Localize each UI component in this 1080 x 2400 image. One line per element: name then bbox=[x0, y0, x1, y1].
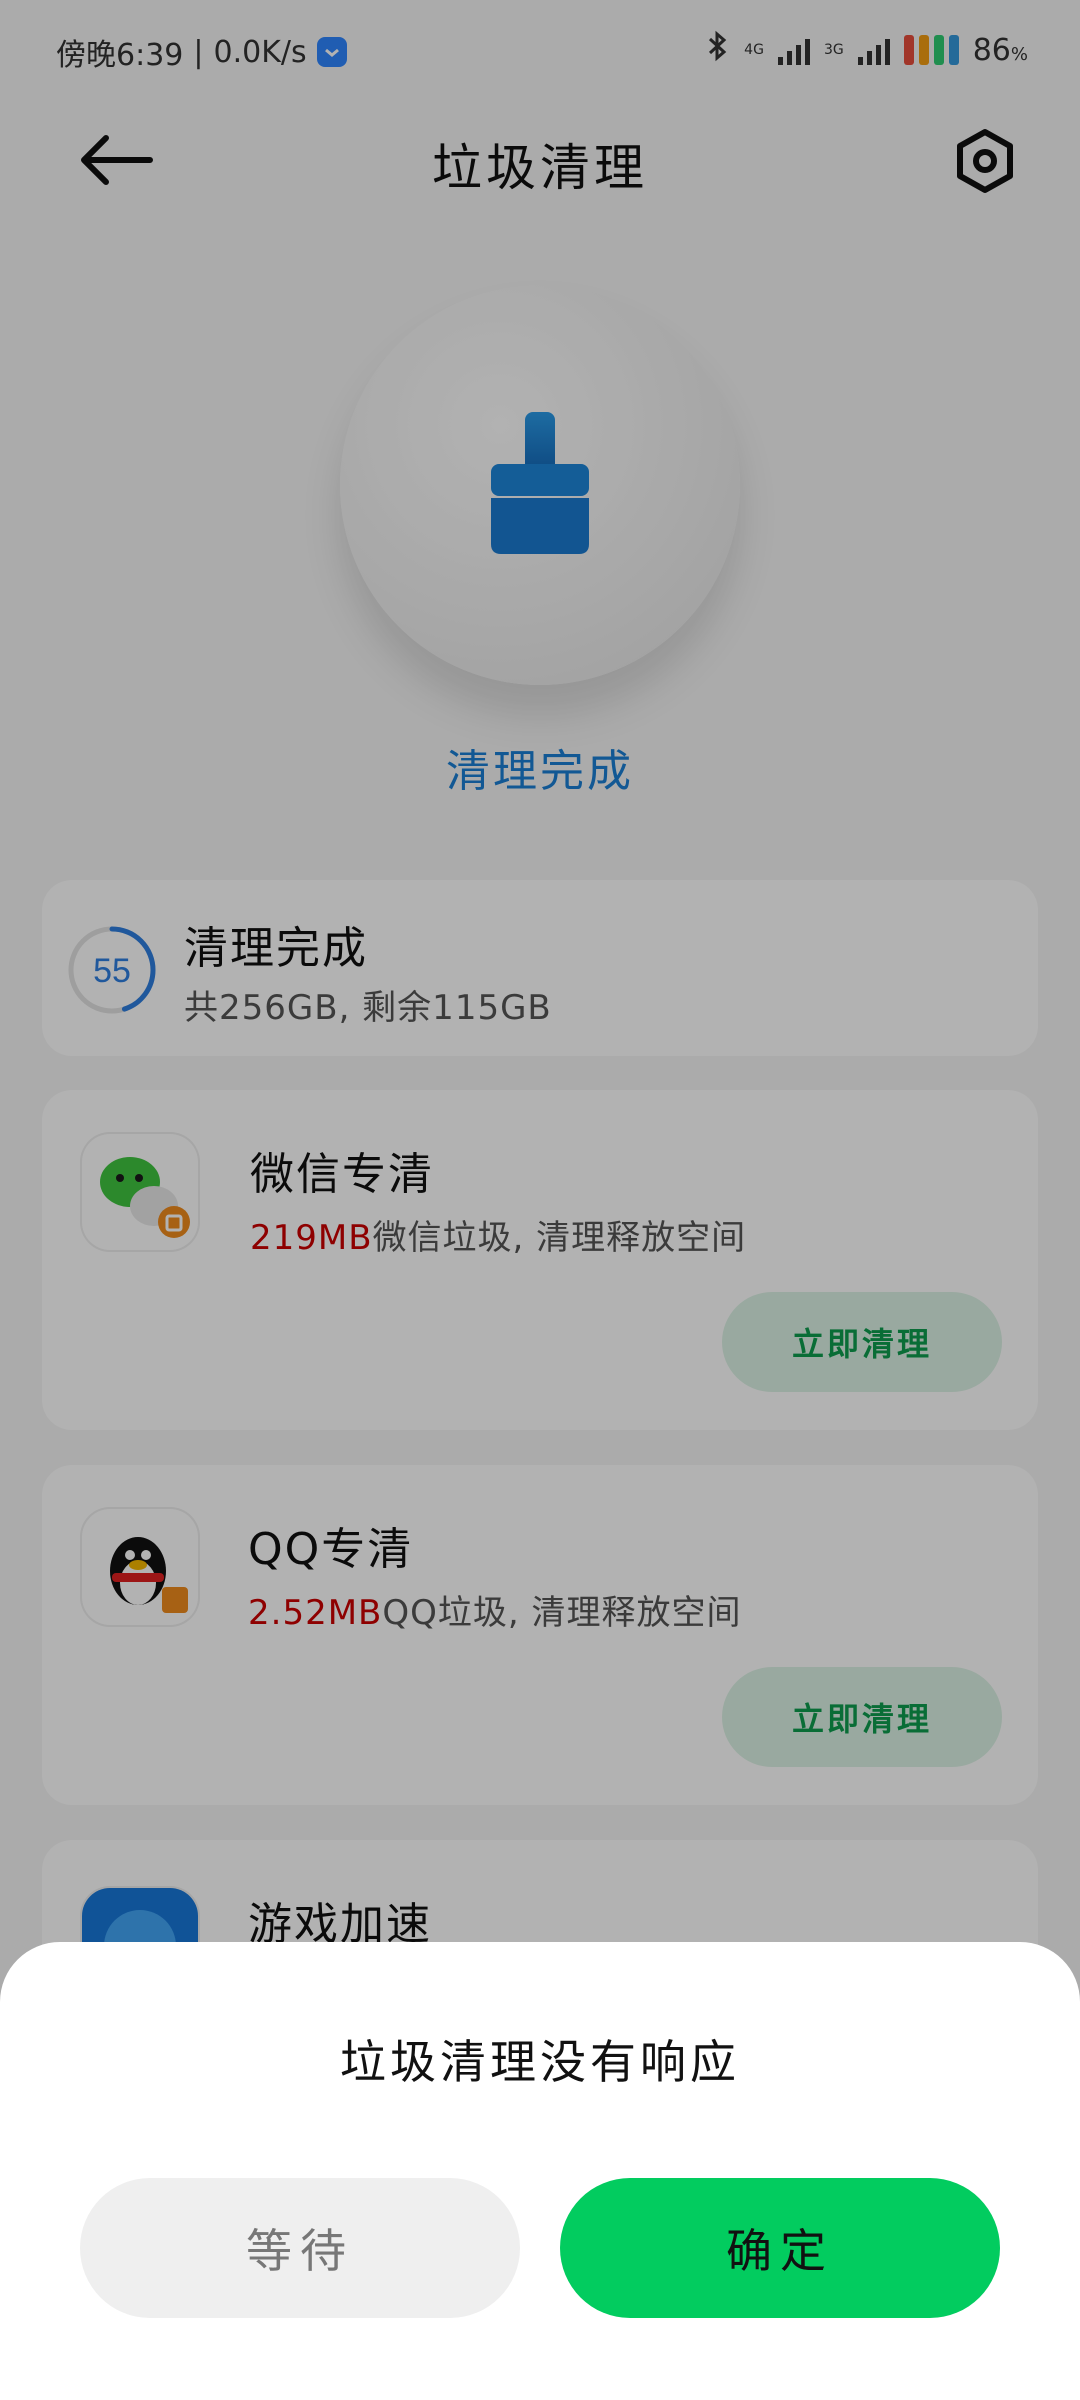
confirm-button[interactable]: 确定 bbox=[560, 2178, 1000, 2318]
app-screen: 傍晚6:39 | 0.0K/s 4G 3G 86% 垃圾清理 清理完成 55 清… bbox=[0, 0, 1080, 2400]
not-responding-dialog: 垃圾清理没有响应 等待 确定 bbox=[0, 1942, 1080, 2400]
dialog-title: 垃圾清理没有响应 bbox=[340, 2035, 740, 2089]
wait-button[interactable]: 等待 bbox=[80, 2178, 520, 2318]
